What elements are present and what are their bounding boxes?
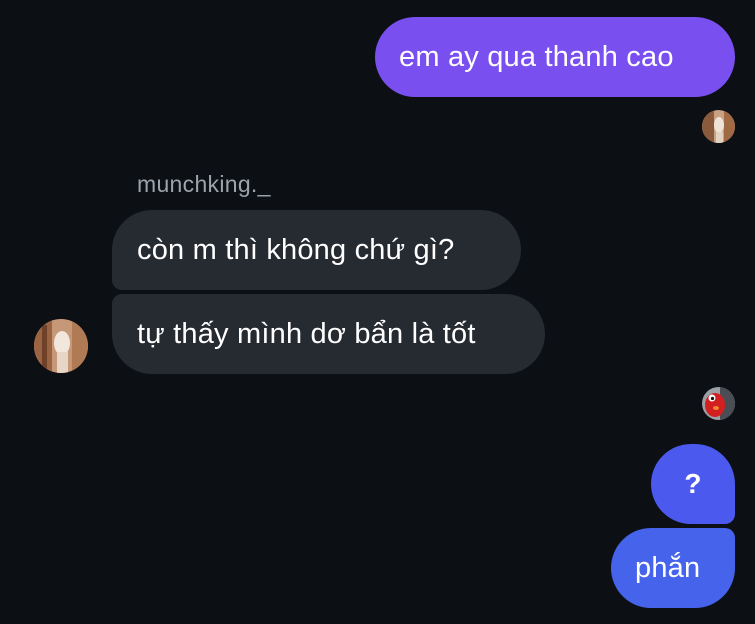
message-bubble-outgoing[interactable]: em ay qua thanh cao bbox=[375, 17, 735, 97]
sender-name[interactable]: munchking._ bbox=[137, 171, 271, 198]
message-bubble-incoming[interactable]: tự thấy mình dơ bẩn là tốt bbox=[112, 294, 545, 374]
read-receipt-avatar bbox=[702, 110, 735, 143]
message-bubble-incoming[interactable]: còn m thì không chứ gì? bbox=[112, 210, 521, 290]
sender-avatar[interactable] bbox=[34, 319, 88, 373]
read-receipt-avatar bbox=[702, 387, 735, 420]
message-bubble-outgoing[interactable]: phắn bbox=[611, 528, 735, 608]
message-bubble-outgoing[interactable]: ? bbox=[651, 444, 735, 524]
